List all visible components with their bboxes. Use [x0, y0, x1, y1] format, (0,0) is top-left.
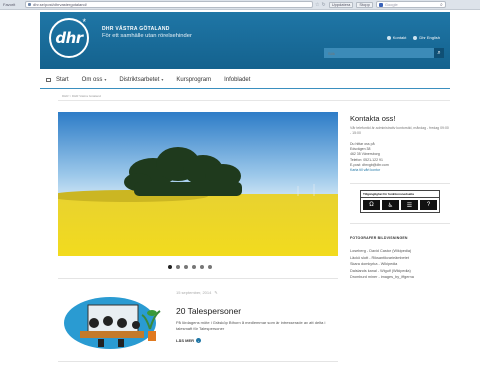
dhr-logo[interactable]: dhr * — [49, 17, 89, 58]
slide-dot[interactable] — [176, 265, 180, 269]
article-image[interactable] — [58, 287, 168, 355]
nav-item-kursprogram[interactable]: Kursprogram — [176, 77, 211, 83]
contact-link-label: Kontakt — [392, 35, 407, 40]
nav-item-label: Distriktsarbetet — [119, 76, 160, 83]
nav-item-label: Kursprogram — [176, 76, 212, 83]
main-nav: Start Om oss ▾ Distriktsarbetet ▾ Kurspr… — [40, 73, 450, 86]
org-tagline: För ett samhälle utan rörelsehinder — [102, 33, 192, 39]
contact-link[interactable]: Kontakt — [386, 35, 407, 40]
article-date-text: 15 september, 2014 — [176, 290, 212, 295]
divider — [58, 361, 338, 362]
divider — [58, 100, 450, 101]
page-viewport: dhr * DHR VÄSTRA GÖTALAND För ett samhäl… — [18, 12, 472, 369]
nav-item-label: Infobladet — [224, 76, 251, 83]
accessibility-icons: Ω ♿ ☰ ? — [361, 198, 439, 213]
nav-item-om-oss[interactable]: Om oss ▾ — [82, 77, 107, 83]
nav-item-label: Om oss — [81, 76, 103, 83]
read-more-label: LÄS MER — [176, 338, 194, 343]
elevator-icon: ☰ — [401, 200, 418, 211]
google-icon — [378, 2, 383, 7]
asterisk-icon: * — [82, 17, 86, 27]
nav-item-infobladet[interactable]: Infobladet — [224, 77, 250, 83]
hearing-loop-icon: Ω — [363, 200, 380, 211]
home-icon[interactable] — [46, 77, 51, 82]
slide-dot[interactable] — [200, 265, 204, 269]
chevron-down-icon: ▾ — [161, 77, 164, 82]
photo-credits-list: Loseberg - David Castor (Wikipedia) Läck… — [350, 248, 450, 281]
article-title[interactable]: 20 Talespersoner — [176, 306, 241, 316]
english-link[interactable]: Dhr English — [413, 35, 440, 40]
url-text: dhr.se/post/dhrvastergotaland/ — [33, 2, 87, 7]
nav-item-label: Start — [56, 76, 69, 83]
stop-button[interactable]: Stopp — [356, 1, 373, 8]
read-more-link[interactable]: LÄS MER › — [176, 338, 201, 343]
slide-dot[interactable] — [192, 265, 196, 269]
article-excerpt: På lördagens möte i Gräsköp Bthorn å med… — [176, 320, 326, 331]
english-link-label: Dhr English — [419, 35, 440, 40]
browser-search-placeholder: Google — [384, 2, 398, 7]
pin-icon: ✎ — [214, 290, 218, 295]
sidebar: Kontakta oss! Vår telefontid är administ… — [350, 114, 450, 281]
chevron-down-icon: ▾ — [104, 77, 107, 82]
accessibility-title: Tillgänglighet för funktionsnedsatta — [361, 191, 439, 199]
contact-title: Kontakta oss! — [350, 114, 396, 123]
arrow-right-icon: › — [196, 338, 201, 343]
slideshow-image[interactable] — [58, 112, 338, 256]
reload-icon[interactable]: ↻ — [321, 2, 325, 8]
article-date: 15 september, 2014 ✎ — [176, 290, 218, 295]
slideshow-dots — [168, 265, 212, 269]
info-icon: ? — [420, 200, 437, 211]
address-bar[interactable]: dhr.se/post/dhrvastergotaland/ — [25, 1, 313, 8]
nav-divider — [40, 88, 450, 89]
breadcrumb[interactable]: DHR > DHR Västra Götaland — [62, 94, 101, 98]
org-name: DHR VÄSTRA GÖTALAND — [102, 26, 170, 32]
flag-icon — [413, 35, 418, 40]
contact-icon — [386, 35, 391, 40]
divider — [58, 278, 338, 279]
divider — [350, 183, 450, 185]
site-search-input[interactable] — [324, 48, 434, 58]
browser-search-input[interactable]: Google ⌕ — [375, 1, 446, 8]
star-icon[interactable]: ☆ — [315, 2, 319, 8]
list-item: Dromburd miner - images_by_iffgerna — [350, 275, 414, 280]
slide-dot[interactable] — [184, 265, 188, 269]
map-link[interactable]: Karta till vårt kontor — [350, 168, 450, 173]
lock-icon — [28, 3, 31, 6]
slide-dot[interactable] — [208, 265, 212, 269]
photo-credits-title: FOTOGRAFER BILDVISNINGEN — [350, 236, 408, 241]
site-header: dhr * DHR VÄSTRA GÖTALAND För ett samhäl… — [40, 12, 450, 69]
nav-item-start[interactable]: Start — [56, 77, 69, 83]
refresh-button[interactable]: Uppdatera — [328, 1, 354, 8]
header-links: Kontakt Dhr English — [386, 35, 440, 40]
wheelchair-icon: ♿ — [382, 200, 399, 211]
accessibility-badge[interactable]: Tillgänglighet för funktionsnedsatta Ω ♿… — [360, 190, 440, 214]
site-search: ⌕ — [324, 48, 444, 58]
slide-dot[interactable] — [168, 265, 172, 269]
magnifier-icon[interactable]: ⌕ — [440, 2, 443, 8]
contact-address: Du hittar oss på Edsvägen 38 462 35 Väne… — [350, 142, 450, 173]
contact-hours: Vår telefontid är administrativ kontorst… — [350, 126, 449, 135]
favorites-menu[interactable]: Favorit — [3, 2, 21, 7]
browser-toolbar: Favorit dhr.se/post/dhrvastergotaland/ ☆… — [0, 0, 480, 10]
nav-item-distriktsarbetet[interactable]: Distriktsarbetet ▾ — [119, 77, 163, 83]
search-icon[interactable]: ⌕ — [434, 48, 444, 58]
logo-text: dhr — [55, 29, 83, 47]
divider — [350, 223, 450, 225]
